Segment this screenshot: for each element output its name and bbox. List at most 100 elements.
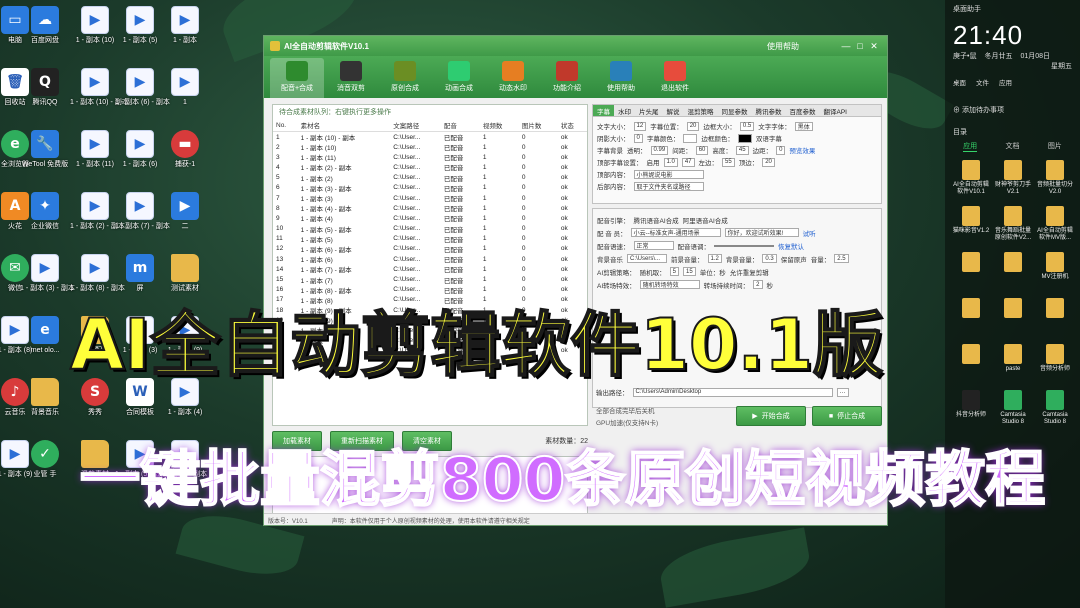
toolbar-button[interactable]: 退出软件: [648, 58, 702, 98]
listen-link[interactable]: 试听: [803, 228, 816, 238]
settings-tab[interactable]: 解说: [663, 105, 684, 116]
desktop-icon[interactable]: 背景音乐: [20, 378, 70, 438]
allow-repeat-checkbox[interactable]: 允许重复剪辑: [730, 267, 769, 277]
toolbar-button[interactable]: 消音双剪: [324, 58, 378, 98]
subtitle-color-picker[interactable]: [683, 133, 698, 143]
stop-button[interactable]: ■ 停止合成: [812, 406, 882, 426]
table-row[interactable]: 11 1 - 副本 (5) C:\User... 已配音 1 0 ok: [273, 234, 587, 244]
column-header[interactable]: 图片数: [518, 119, 558, 132]
engine-option-ali[interactable]: 阿里语音AI合成: [683, 215, 728, 225]
enable-checkbox[interactable]: 启用: [647, 157, 660, 167]
top-content-input[interactable]: 小熊妮说电影: [633, 169, 704, 179]
toolbar-button[interactable]: 原创合成: [378, 58, 432, 98]
toolbar-button[interactable]: 动态水印: [486, 58, 540, 98]
settings-tab[interactable]: 同显参数: [718, 105, 752, 116]
table-row[interactable]: 16 1 - 副本 (8) - 副本 C:\User... 已配音 1 0 ok: [273, 285, 587, 295]
table-row[interactable]: 12 1 - 副本 (6) - 副本 C:\User... 已配音 1 0 ok: [273, 244, 587, 254]
reset-link[interactable]: 恢复默认: [778, 241, 804, 251]
tab-docs[interactable]: 文档: [1005, 141, 1019, 152]
random-min-input[interactable]: 5: [669, 267, 679, 276]
border-color-picker[interactable]: [737, 133, 752, 143]
column-header[interactable]: 文案路径: [390, 119, 441, 132]
sidebar-app-item[interactable]: AI全自动剪辑软件V10.1: [951, 160, 991, 196]
tab-images[interactable]: 图片: [1048, 141, 1062, 152]
table-row[interactable]: 2 1 - 副本 (10) C:\User... 已配音 1 0 ok: [273, 142, 587, 153]
sample-text-input[interactable]: 你好，欢迎试听效果!: [724, 228, 799, 237]
desktop-icon[interactable]: ▶ 1 - 副本 (2) - 副本: [70, 192, 125, 252]
border-size-input[interactable]: 0.5: [739, 121, 755, 131]
desktop-icon[interactable]: ▬ 捕获-1: [160, 130, 210, 190]
browse-button[interactable]: …: [836, 387, 849, 397]
dual-subtitle-checkbox[interactable]: 双语字幕: [756, 133, 782, 143]
sidebar-app-item[interactable]: 音频分析师: [1035, 344, 1075, 373]
table-row[interactable]: 14 1 - 副本 (7) - 副本 C:\User... 已配音 1 0 ok: [273, 264, 587, 275]
column-header[interactable]: No.: [273, 119, 298, 132]
height-input[interactable]: 45: [735, 145, 749, 155]
bgm-path-input[interactable]: C:\Users\...: [627, 254, 667, 263]
sidebar-app-item[interactable]: MV注册机: [1035, 252, 1075, 281]
desktop-icon[interactable]: ▶ 1 - 副本 (11): [70, 130, 120, 190]
keep-volume-input[interactable]: 2.5: [834, 254, 849, 263]
toolbar-button[interactable]: 使用帮助: [594, 58, 648, 98]
random-max-input[interactable]: 15: [683, 267, 696, 276]
toolbar-button[interactable]: 配音+合成: [270, 58, 324, 98]
desktop-icon[interactable]: ☁ 百度网盘: [20, 6, 70, 66]
column-header[interactable]: 配音: [440, 119, 480, 132]
desktop-icon[interactable]: ✦ 企业微信: [20, 192, 70, 252]
settings-tab[interactable]: 百度参数: [786, 105, 820, 116]
desktop-icon[interactable]: ▶ 1 - 副本 (6): [115, 130, 165, 190]
settings-tab[interactable]: 片头尾: [635, 105, 663, 116]
desktop-icon[interactable]: e rnet olo...: [20, 316, 70, 376]
settings-tab[interactable]: 翻译API: [820, 105, 851, 116]
desktop-icon[interactable]: W 合同模板: [115, 378, 165, 438]
bg-volume-input[interactable]: 0.3: [762, 254, 777, 263]
table-row[interactable]: 6 1 - 副本 (3) - 副本 C:\User... 已配音 1 0 ok: [273, 183, 587, 193]
shadow-input[interactable]: 0: [633, 133, 643, 143]
sidebar-app-item[interactable]: 音频批量切分 V2.0: [1035, 160, 1075, 196]
settings-tab[interactable]: 腾讯参数: [752, 105, 786, 116]
end-content-input[interactable]: 取于文件夹名或路径: [633, 181, 704, 191]
subtitle-pos-input[interactable]: 20: [686, 121, 700, 131]
desktop-icon[interactable]: ▶ 1 - 副本 (6) - 副本: [115, 68, 170, 128]
column-header[interactable]: 视频数: [479, 119, 519, 132]
margin-input[interactable]: 0: [776, 145, 786, 155]
alpha-input[interactable]: 0.99: [650, 145, 669, 155]
top-height-input[interactable]: 47: [681, 157, 695, 167]
table-row[interactable]: 7 1 - 副本 (3) C:\User... 已配音 1 0 ok: [273, 193, 587, 204]
settings-tab[interactable]: 混剪策略: [684, 105, 718, 116]
tab-apps[interactable]: 应用: [963, 141, 978, 152]
sidebar-app-item[interactable]: AI全自动剪辑软件MV版...: [1035, 206, 1075, 242]
start-button[interactable]: ▶ 开始合成: [736, 406, 806, 426]
table-row[interactable]: 9 1 - 副本 (4) C:\User... 已配音 1 0 ok: [273, 213, 587, 224]
speed-select[interactable]: 正常: [633, 241, 674, 250]
sidebar-app-item[interactable]: [951, 252, 991, 274]
add-todo[interactable]: ⊕ 添加待办事项: [945, 103, 1080, 117]
engine-option-tencent[interactable]: 腾讯语音AI合成: [634, 215, 679, 225]
table-row[interactable]: 15 1 - 副本 (7) C:\User... 已配音 1 0 ok: [273, 274, 587, 285]
desktop-icon[interactable]: ▶ 1 - 副本 (10) - 副本: [70, 68, 129, 128]
sidebar-app-item[interactable]: [1035, 298, 1075, 320]
fg-volume-input[interactable]: 1.2: [707, 254, 722, 263]
sidebar-app-item[interactable]: 抖音分析师: [951, 390, 991, 419]
bgm-checkbox[interactable]: 背景音乐: [597, 254, 623, 264]
table-row[interactable]: 8 1 - 副本 (4) - 副本 C:\User... 已配音 1 0 ok: [273, 203, 587, 214]
sidebar-app-item[interactable]: Camtasia Studio 8: [993, 390, 1033, 426]
sidebar-app-item[interactable]: Camtasia Studio 8: [1035, 390, 1075, 426]
desktop-icon[interactable]: ▶ 1: [160, 68, 210, 128]
quick-apps[interactable]: 应用: [999, 77, 1012, 87]
title-bar[interactable]: AI全自动剪辑软件V10.1 使用帮助 — □ ✕: [264, 36, 887, 56]
table-row[interactable]: 3 1 - 副本 (11) C:\User... 已配音 1 0 ok: [273, 152, 587, 163]
desktop-icon[interactable]: S 秀秀: [70, 378, 120, 438]
table-row[interactable]: 13 1 - 副本 (6) C:\User... 已配音 1 0 ok: [273, 254, 587, 265]
close-button[interactable]: ✕: [867, 41, 881, 52]
top-alpha-input[interactable]: 1.0: [663, 157, 678, 167]
preview-link[interactable]: 预览效果: [789, 145, 815, 155]
desktop-icon[interactable]: ▶ 1 - 副本 (7) - 副本: [115, 192, 170, 252]
table-row[interactable]: 1 1 - 副本 (10) - 副本 C:\User... 已配音 1 0 ok: [273, 132, 587, 143]
font-select[interactable]: 黑体: [794, 121, 813, 131]
desktop-icon[interactable]: Q 腾讯QQ: [20, 68, 70, 128]
output-path-input[interactable]: C:\Users\Admin\Desktop: [632, 387, 833, 397]
toolbar-button[interactable]: 功能介绍: [540, 58, 594, 98]
left-input[interactable]: 55: [722, 157, 735, 167]
font-size-input[interactable]: 12: [633, 121, 647, 131]
